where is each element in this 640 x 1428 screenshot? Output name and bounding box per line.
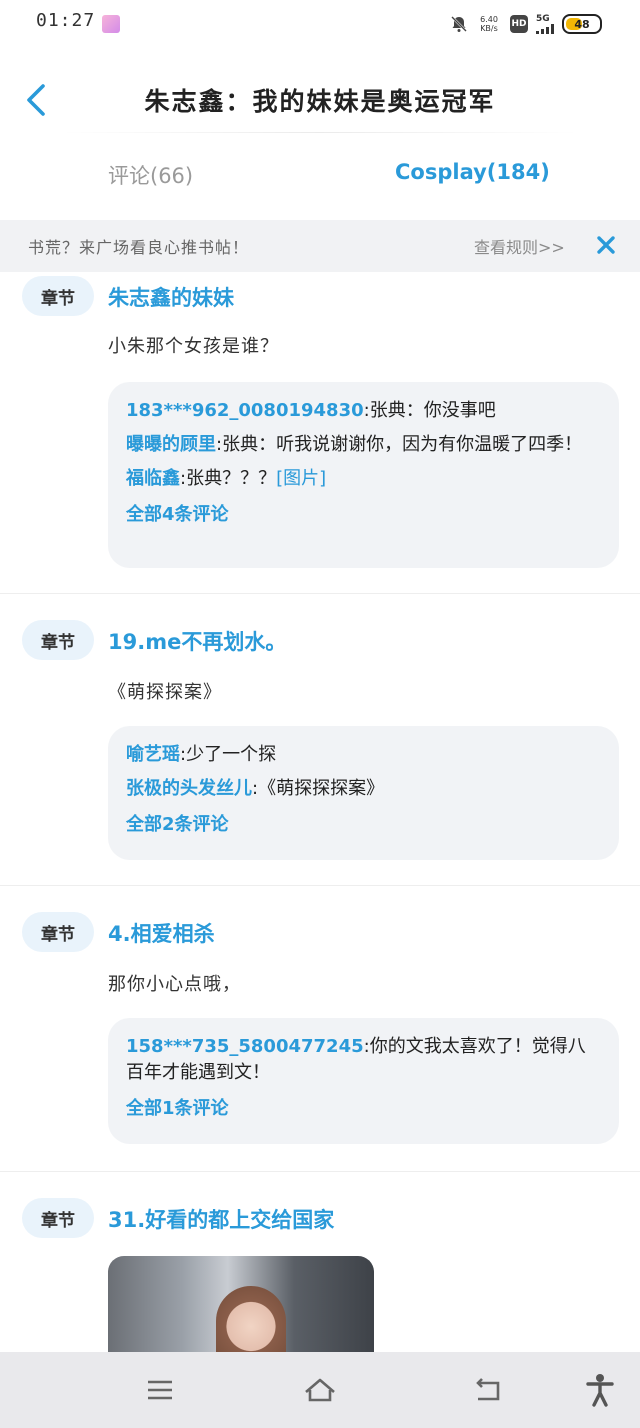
hd-badge: HD (510, 15, 528, 33)
chapter-tag: 章节 (22, 912, 94, 952)
notice-close-button[interactable] (594, 233, 618, 257)
reply-text: 张典：听我说谢谢你，因为有你温暖了四季！ (222, 434, 583, 455)
back-nav-button[interactable] (468, 1370, 508, 1410)
reply-text: 张典：你没事吧 (369, 400, 496, 421)
page-title: 朱志鑫：我的妹妹是奥运冠军 (144, 87, 496, 116)
post-item: 章节 31.好看的都上交给国家 (0, 1172, 640, 1366)
reply-item: 福临鑫:张典？？？[图片] (126, 468, 327, 489)
reply-item: 183***962_0080194830:张典：你没事吧 (126, 400, 496, 421)
network-speed: 6.40 KB/s (476, 15, 502, 33)
reply-text: 张典？？？ (186, 468, 277, 489)
battery-icon: 48 (562, 14, 602, 34)
app-notification-icon (102, 15, 120, 33)
chapter-title[interactable]: 朱志鑫的妹妹 (108, 282, 234, 312)
reply-user[interactable]: 福临鑫 (126, 468, 180, 489)
title-divider (60, 132, 580, 133)
reply-user[interactable]: 张极的头发丝儿 (126, 778, 252, 799)
reply-text: 《萌探探探案》 (258, 778, 385, 799)
chapter-title[interactable]: 4.相爱相杀 (108, 918, 215, 948)
post-item: 章节 朱志鑫的妹妹 小朱那个女孩是谁？ 183***962_0080194830… (0, 272, 640, 594)
accessibility-icon (586, 1374, 614, 1407)
post-item: 章节 4.相爱相杀 那你小心点哦， 158***735_5800477245:你… (0, 886, 640, 1172)
reply-box[interactable]: 喻艺瑶:少了一个探 张极的头发丝儿:《萌探探探案》 全部2条评论 (108, 726, 619, 860)
chapter-title[interactable]: 31.好看的都上交给国家 (108, 1204, 334, 1234)
menu-button[interactable] (140, 1370, 180, 1410)
system-nav-bar (0, 1352, 640, 1428)
signal-indicator: 5G (536, 13, 554, 34)
return-icon (476, 1378, 500, 1401)
tab-comments[interactable]: 评论(66) (108, 160, 193, 190)
status-time: 01:27 (36, 10, 96, 31)
accessibility-button[interactable] (580, 1370, 620, 1410)
chapter-tag: 章节 (22, 276, 94, 316)
chapter-tag: 章节 (22, 620, 94, 660)
reply-box[interactable]: 183***962_0080194830:张典：你没事吧 曝曝的顾里:张典：听我… (108, 382, 619, 568)
mute-bell-icon (450, 15, 468, 33)
image-link[interactable]: [图片] (276, 468, 326, 489)
reply-item: 喻艺瑶:少了一个探 (126, 744, 277, 765)
close-icon (597, 236, 615, 254)
tab-bar: 评论(66) Cosplay(184) (0, 150, 640, 206)
status-bar: 01:27 6.40 KB/s HD 5G 48 (0, 0, 640, 48)
all-comments-link[interactable]: 全部2条评论 (126, 810, 601, 836)
post-text: 《萌探探案》 (108, 682, 222, 703)
chapter-tag: 章节 (22, 1198, 94, 1238)
reply-user[interactable]: 曝曝的顾里 (126, 434, 216, 455)
reply-text: 少了一个探 (186, 744, 277, 765)
post-text: 小朱那个女孩是谁？ (108, 336, 279, 357)
status-indicators: 6.40 KB/s HD 5G 48 (450, 12, 602, 36)
net-speed-unit: KB/s (480, 24, 498, 33)
reply-user[interactable]: 158***735_5800477245 (126, 1036, 364, 1057)
notice-text: 书荒？来广场看良心推书帖！ (28, 238, 250, 257)
all-comments-link[interactable]: 全部1条评论 (126, 1094, 601, 1120)
home-icon (305, 1378, 335, 1402)
post-text: 那你小心点哦， (108, 974, 241, 995)
post-image[interactable] (108, 1256, 374, 1366)
notice-banner: 书荒？来广场看良心推书帖！ 查看规则>> (0, 220, 640, 272)
reply-user[interactable]: 喻艺瑶 (126, 744, 180, 765)
all-comments-link[interactable]: 全部4条评论 (126, 500, 601, 526)
chapter-title[interactable]: 19.me不再划水。 (108, 626, 286, 656)
home-button[interactable] (300, 1370, 340, 1410)
reply-item: 158***735_5800477245:你的文我太喜欢了！觉得八百年才能遇到文… (126, 1036, 586, 1083)
reply-user[interactable]: 183***962_0080194830 (126, 400, 364, 421)
reply-box[interactable]: 158***735_5800477245:你的文我太喜欢了！觉得八百年才能遇到文… (108, 1018, 619, 1144)
tab-cosplay[interactable]: Cosplay(184) (395, 160, 550, 184)
battery-level: 48 (574, 17, 590, 31)
view-rules-link[interactable]: 查看规则>> (474, 234, 565, 258)
menu-icon (148, 1380, 172, 1400)
post-item: 章节 19.me不再划水。 《萌探探案》 喻艺瑶:少了一个探 张极的头发丝儿:《… (0, 594, 640, 886)
reply-item: 曝曝的顾里:张典：听我说谢谢你，因为有你温暖了四季！ (126, 434, 583, 455)
reply-item: 张极的头发丝儿:《萌探探探案》 (126, 778, 385, 799)
net-speed-value: 6.40 (480, 15, 498, 24)
title-bar: 朱志鑫：我的妹妹是奥运冠军 (0, 60, 640, 140)
signal-bars-icon (536, 23, 554, 34)
signal-type: 5G (536, 13, 550, 24)
